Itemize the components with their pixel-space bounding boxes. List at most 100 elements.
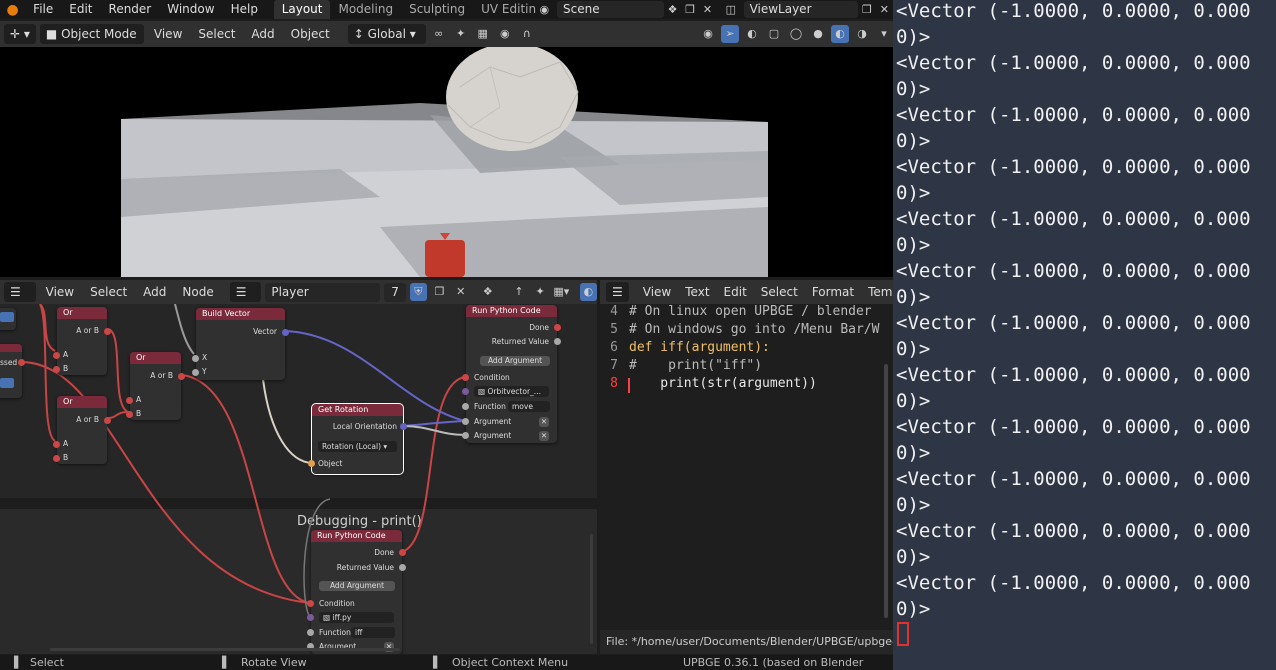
tab-sculpting[interactable]: Sculpting xyxy=(401,0,473,19)
menu-edit[interactable]: Edit xyxy=(61,0,100,19)
input-socket[interactable] xyxy=(462,432,469,439)
material-shading-icon[interactable]: ◐ xyxy=(831,25,849,43)
new-layer-icon[interactable]: ❐ xyxy=(858,1,875,19)
tab-modeling[interactable]: Modeling xyxy=(330,0,401,19)
input-socket[interactable] xyxy=(462,418,469,425)
xray-icon[interactable]: ▢ xyxy=(765,25,783,43)
run-python-code-node[interactable]: Run Python Code Done Returned Value Add … xyxy=(307,530,406,654)
get-rotation-node[interactable]: Get Rotation Local Orientation Rotation … xyxy=(308,403,407,475)
output-socket[interactable] xyxy=(554,338,561,345)
function-field[interactable]: iff xyxy=(351,627,395,638)
output-socket[interactable] xyxy=(554,324,561,331)
add-argument-button[interactable]: Add Argument xyxy=(319,581,395,591)
input-socket[interactable] xyxy=(307,629,314,636)
build-vector-node[interactable]: Build Vector Vector X Y xyxy=(192,308,289,380)
terminal-window[interactable]: <Vector (-1.0000, 0.0000, 0.000 0)> <Vec… xyxy=(893,0,1276,670)
close-icon[interactable]: ✕ xyxy=(452,283,469,301)
menu-text[interactable]: Text xyxy=(679,285,715,299)
menu-node[interactable]: Node xyxy=(176,285,219,299)
function-field[interactable]: move xyxy=(508,401,550,412)
menu-add[interactable]: Add xyxy=(245,27,280,41)
scene-icon[interactable]: ◉ xyxy=(536,1,553,19)
menu-view[interactable]: View xyxy=(148,27,188,41)
menu-select[interactable]: Select xyxy=(84,285,133,299)
blender-logo-icon[interactable]: ● xyxy=(0,1,25,19)
input-socket[interactable] xyxy=(307,614,314,621)
overlay-icon[interactable]: ◐ xyxy=(579,283,598,301)
close-icon[interactable]: ✕ xyxy=(876,1,893,19)
wireframe-shading-icon[interactable]: ◯ xyxy=(787,25,805,43)
3d-viewport[interactable] xyxy=(0,47,893,277)
menu-templates[interactable]: Templa xyxy=(862,285,893,299)
visibility-icon[interactable]: ◉ xyxy=(699,25,717,43)
input-socket[interactable] xyxy=(53,352,60,359)
shading-options-icon[interactable]: ▾ xyxy=(875,25,893,43)
input-socket[interactable] xyxy=(126,411,133,418)
menu-object[interactable]: Object xyxy=(285,27,336,41)
node-editor-canvas[interactable]: Debugging - print() ssed Or A or B A B O… xyxy=(0,304,597,654)
editor-type-dropdown[interactable]: ☰ ▾ xyxy=(606,282,629,302)
menu-window[interactable]: Window xyxy=(159,0,222,19)
orientation-dropdown[interactable]: ↕ Global ▾ xyxy=(347,24,426,44)
fake-user-shield-icon[interactable]: ⛨ xyxy=(409,283,427,301)
new-scene-icon[interactable]: ❐ xyxy=(681,1,698,19)
editor-type-dropdown[interactable]: ✛ ▾ xyxy=(4,24,36,44)
script-file-field[interactable]: ▧ Orbitvector_... xyxy=(474,386,549,397)
menu-view[interactable]: View xyxy=(637,285,677,299)
tab-uv-editing[interactable]: UV Editin xyxy=(473,0,535,19)
snap-icon[interactable]: ✦ xyxy=(452,25,470,43)
mode-dropdown[interactable]: ■ Object Mode ▾ xyxy=(39,24,144,61)
horizontal-scrollbar[interactable] xyxy=(50,648,400,651)
run-python-code-node[interactable]: Run Python Code Done Returned Value Add … xyxy=(462,305,561,443)
menu-add[interactable]: Add xyxy=(137,285,172,299)
menu-select[interactable]: Select xyxy=(755,285,804,299)
tree-type-dropdown[interactable]: ☰ ▾ xyxy=(229,282,262,319)
text-editor[interactable]: 4 5 6 7 8 # On linux open UPBGE / blende… xyxy=(600,304,893,654)
overlay-icon[interactable]: ◐ xyxy=(743,25,761,43)
vertical-scrollbar[interactable] xyxy=(590,534,593,644)
input-socket[interactable] xyxy=(462,403,469,410)
duplicate-icon[interactable]: ❐ xyxy=(431,283,448,301)
remove-argument-button[interactable]: ✕ xyxy=(539,417,549,427)
proportional-edit-icon[interactable]: ◉ xyxy=(496,25,514,43)
scene-selector[interactable]: Scene xyxy=(557,1,664,18)
parent-tree-icon[interactable]: ↑ xyxy=(510,283,527,301)
menu-help[interactable]: Help xyxy=(223,0,266,19)
or-node[interactable]: Or A or B A B xyxy=(126,352,185,420)
node-tree-name-field[interactable]: Player xyxy=(265,282,381,302)
pin-icon[interactable]: ❖ xyxy=(664,1,681,19)
input-socket[interactable] xyxy=(53,366,60,373)
partial-node[interactable]: ssed xyxy=(0,344,25,398)
script-file-field[interactable]: ▧ iff.py xyxy=(319,612,394,623)
view-layer-selector[interactable]: ViewLayer xyxy=(743,1,859,18)
view-layer-icon[interactable]: ◫ xyxy=(722,1,739,19)
pin-icon[interactable]: ❖ xyxy=(479,283,496,301)
pivot-icon[interactable]: ∞ xyxy=(430,25,448,43)
menu-view[interactable]: View xyxy=(40,285,80,299)
output-socket[interactable] xyxy=(399,564,406,571)
vertical-scrollbar[interactable] xyxy=(884,364,888,618)
tab-layout[interactable]: Layout xyxy=(273,0,331,19)
add-argument-button[interactable]: Add Argument xyxy=(480,356,550,366)
or-node[interactable]: Or A or B A B xyxy=(53,307,111,375)
users-count[interactable]: 7 xyxy=(384,282,406,302)
snap-grid-icon[interactable]: ▦▾ xyxy=(553,283,570,301)
menu-format[interactable]: Format xyxy=(806,285,860,299)
solid-shading-icon[interactable]: ● xyxy=(809,25,827,43)
snap-icon[interactable]: ✦ xyxy=(532,283,549,301)
input-socket[interactable] xyxy=(192,369,199,376)
input-socket[interactable] xyxy=(53,455,60,462)
input-socket[interactable] xyxy=(462,388,469,395)
output-socket[interactable] xyxy=(104,417,111,424)
close-icon[interactable]: ✕ xyxy=(699,1,716,19)
partial-node[interactable] xyxy=(0,308,16,330)
output-socket[interactable] xyxy=(104,328,111,335)
rotation-mode-dropdown[interactable]: Rotation (Local) ▾ xyxy=(318,441,397,452)
input-socket[interactable] xyxy=(462,374,469,381)
snap-target-icon[interactable]: ▦ xyxy=(474,25,492,43)
editor-type-dropdown[interactable]: ☰ ▾ xyxy=(4,282,36,319)
menu-select[interactable]: Select xyxy=(192,27,241,41)
falloff-icon[interactable]: ∩ xyxy=(518,25,536,43)
menu-render[interactable]: Render xyxy=(101,0,160,19)
output-socket[interactable] xyxy=(178,373,185,380)
